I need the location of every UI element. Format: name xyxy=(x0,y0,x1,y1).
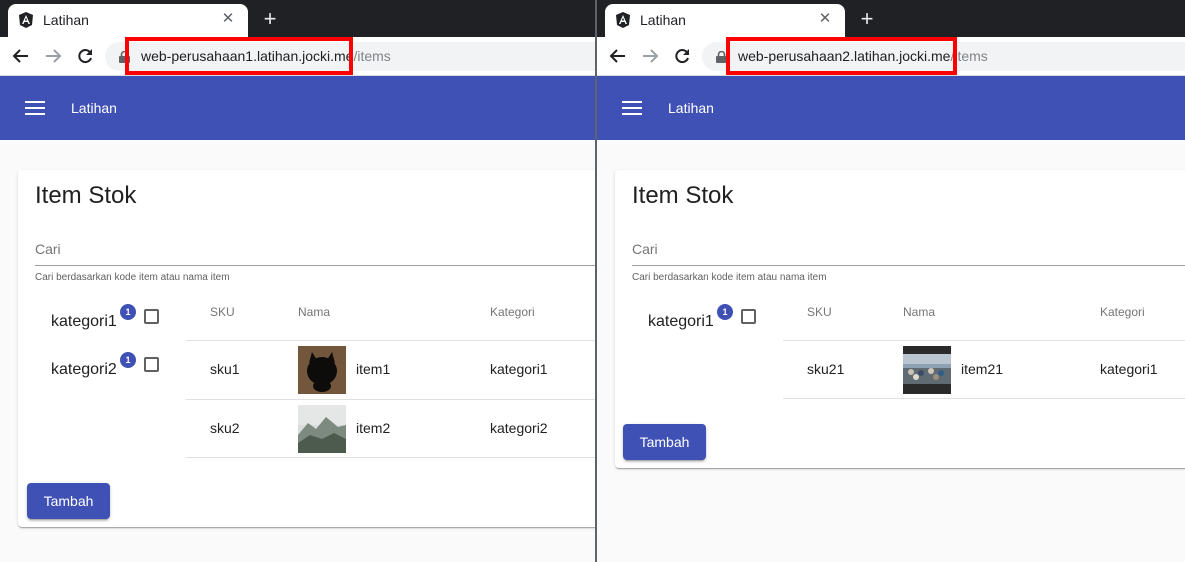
app-toolbar: Latihan xyxy=(0,76,596,140)
column-header-kategori[interactable]: Kategori xyxy=(1100,305,1145,319)
app-title: Latihan xyxy=(71,100,117,116)
dark-cat-photo xyxy=(298,346,346,394)
tab-strip: Latihan ✕ + xyxy=(597,0,1185,37)
search-hint: Cari berdasarkan kode item atau nama ite… xyxy=(632,272,827,283)
kategori-cell: kategori1 xyxy=(490,361,548,377)
search-underline xyxy=(632,265,1185,266)
category-label: kategori1 xyxy=(648,313,714,330)
new-tab-icon[interactable]: + xyxy=(857,7,877,31)
kategori-cell: kategori1 xyxy=(1100,361,1158,377)
count-badge: 1 xyxy=(120,352,136,368)
tambah-button[interactable]: Tambah xyxy=(623,424,706,460)
misty-mountain-photo xyxy=(298,405,346,453)
sku-cell: sku1 xyxy=(210,361,240,377)
red-highlight-box xyxy=(726,37,957,75)
search-input[interactable]: Cari xyxy=(35,241,61,257)
table-row[interactable]: sku2 item2 kategori2 xyxy=(186,399,596,458)
nama-cell: item2 xyxy=(356,420,391,436)
red-highlight-box xyxy=(125,37,353,75)
new-tab-icon[interactable]: + xyxy=(260,7,280,31)
count-badge: 1 xyxy=(717,304,733,320)
browser-tab[interactable]: Latihan ✕ xyxy=(605,4,845,37)
search-input[interactable]: Cari xyxy=(632,241,658,257)
menu-icon[interactable] xyxy=(25,101,45,115)
back-icon[interactable] xyxy=(11,46,31,66)
table-row[interactable]: sku1 item1 kategori1 xyxy=(186,340,596,399)
column-header-nama[interactable]: Nama xyxy=(298,305,330,319)
search-hint: Cari berdasarkan kode item atau nama ite… xyxy=(35,272,230,283)
angular-icon xyxy=(19,12,33,28)
category-checkbox[interactable] xyxy=(144,357,159,372)
page-title: Item Stok xyxy=(632,182,734,209)
crowd-street-photo xyxy=(903,346,951,394)
category-checkbox[interactable] xyxy=(144,309,159,324)
nama-cell: item21 xyxy=(961,361,1004,377)
tab-close-icon[interactable]: ✕ xyxy=(218,9,238,29)
sku-cell: sku21 xyxy=(807,361,845,377)
tab-title: Latihan xyxy=(640,12,686,28)
browser-window-2: Latihan ✕ + web-perusahaan2.latihan.jock… xyxy=(597,0,1185,562)
column-header-sku[interactable]: SKU xyxy=(210,305,235,319)
sku-cell: sku2 xyxy=(210,420,240,436)
count-badge: 1 xyxy=(120,304,136,320)
category-label: kategori1 xyxy=(51,313,117,330)
forward-icon[interactable] xyxy=(640,46,660,66)
page-title: Item Stok xyxy=(35,182,137,209)
app-title: Latihan xyxy=(668,100,714,116)
tambah-button[interactable]: Tambah xyxy=(27,483,110,519)
reload-icon[interactable] xyxy=(672,46,692,66)
tab-close-icon[interactable]: ✕ xyxy=(815,9,835,29)
item-stok-card: Item Stok Cari Cari berdasarkan kode ite… xyxy=(615,170,1185,468)
kategori-cell: kategori2 xyxy=(490,420,548,436)
app-toolbar: Latihan xyxy=(597,76,1185,140)
back-icon[interactable] xyxy=(608,46,628,66)
forward-icon[interactable] xyxy=(43,46,63,66)
angular-icon xyxy=(616,12,630,28)
search-underline xyxy=(35,265,596,266)
category-label: kategori2 xyxy=(51,361,117,378)
table-row[interactable]: sku21 item21 kategori1 xyxy=(783,340,1185,399)
category-checkbox[interactable] xyxy=(741,309,756,324)
browser-tab[interactable]: Latihan ✕ xyxy=(8,4,248,37)
tab-strip: Latihan ✕ + xyxy=(0,0,596,37)
address-bar: web-perusahaan2.latihan.jocki.me/items xyxy=(597,37,1185,76)
column-header-nama[interactable]: Nama xyxy=(903,305,935,319)
menu-icon[interactable] xyxy=(622,101,642,115)
item-stok-card: Item Stok Cari Cari berdasarkan kode ite… xyxy=(18,170,596,527)
browser-window-1: Latihan ✕ + web-perusahaan1.latihan.jock… xyxy=(0,0,596,562)
tab-title: Latihan xyxy=(43,12,89,28)
nama-cell: item1 xyxy=(356,361,391,377)
column-header-sku[interactable]: SKU xyxy=(807,305,832,319)
address-bar: web-perusahaan1.latihan.jocki.me/items xyxy=(0,37,596,76)
column-header-kategori[interactable]: Kategori xyxy=(490,305,535,319)
reload-icon[interactable] xyxy=(75,46,95,66)
